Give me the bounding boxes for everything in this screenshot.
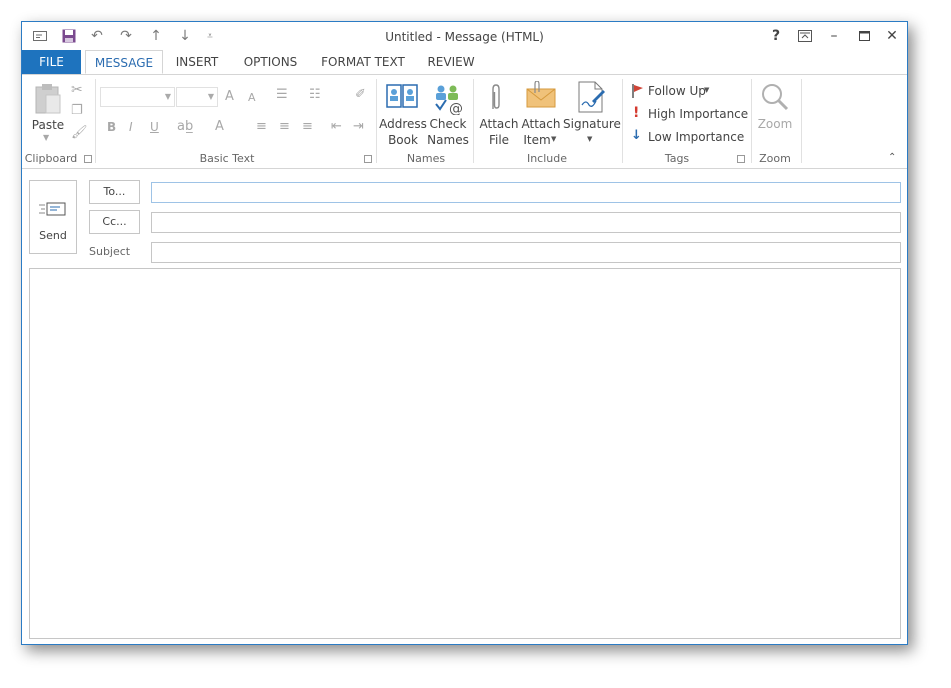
format-painter-icon[interactable]: 🖌 [71, 125, 88, 140]
bullets-icon[interactable]: ☰ [276, 87, 288, 102]
bold-button[interactable]: B [107, 120, 116, 134]
check-names-label-1[interactable]: Check [425, 116, 471, 132]
send-envelope-icon [39, 201, 67, 221]
check-names-label-2[interactable]: Names [425, 132, 471, 148]
paste-dropdown-icon[interactable]: ▼ [43, 133, 49, 142]
group-separator [751, 79, 752, 163]
low-importance-button[interactable]: Low Importance [648, 129, 744, 145]
follow-up-dropdown-icon[interactable]: ▼ [704, 86, 709, 94]
italic-button[interactable]: I [129, 120, 133, 134]
high-importance-button[interactable]: High Importance [648, 106, 748, 122]
tags-group-label: Tags [664, 152, 690, 165]
font-name-combo[interactable]: ▼ [100, 87, 175, 107]
align-center-icon[interactable]: ≡ [279, 119, 290, 134]
minimize-icon[interactable]: – [821, 26, 847, 46]
attach-item-dropdown-icon[interactable]: ▼ [551, 135, 556, 143]
decrease-indent-icon[interactable]: ⇤ [331, 119, 342, 134]
paperclip-icon[interactable] [489, 83, 503, 117]
increase-indent-icon[interactable]: ⇥ [353, 119, 364, 134]
names-group-label: Names [406, 152, 446, 165]
ribbon-display-options-icon[interactable] [792, 26, 818, 46]
paste-button[interactable]: Paste [26, 117, 70, 133]
font-color-icon[interactable]: A [215, 119, 224, 134]
address-book-label-1[interactable]: Address [378, 116, 428, 132]
grow-font-icon[interactable]: A [225, 89, 234, 104]
basic-text-dialog-launcher-icon[interactable] [364, 155, 372, 163]
clipboard-group-label: Clipboard [24, 152, 78, 165]
to-button[interactable]: To... [89, 180, 140, 204]
tab-message[interactable]: MESSAGE [85, 50, 163, 74]
follow-up-button[interactable]: Follow Up [648, 83, 706, 99]
include-group-label: Include [526, 152, 568, 165]
group-separator [473, 79, 474, 163]
send-label: Send [39, 229, 67, 242]
attach-file-label-1[interactable]: Attach [477, 116, 521, 132]
tags-dialog-launcher-icon[interactable] [737, 155, 745, 163]
check-names-icon[interactable]: @ [433, 83, 465, 119]
font-size-combo[interactable]: ▼ [176, 87, 218, 107]
address-book-label-2[interactable]: Book [378, 132, 428, 148]
underline-button[interactable]: U [150, 120, 159, 134]
group-separator [95, 79, 96, 163]
highlight-icon[interactable]: ab̲ [177, 119, 193, 134]
cc-field[interactable] [151, 212, 901, 233]
tab-review[interactable]: REVIEW [422, 50, 480, 74]
basic-text-group-label: Basic Text [199, 152, 255, 165]
close-icon[interactable]: ✕ [879, 26, 905, 46]
group-separator [622, 79, 623, 163]
subject-field[interactable] [151, 242, 901, 263]
flag-icon[interactable] [632, 83, 644, 102]
clipboard-dialog-launcher-icon[interactable] [84, 155, 92, 163]
cut-icon[interactable]: ✂ [71, 82, 83, 98]
address-book-icon[interactable] [386, 83, 418, 115]
numbering-icon[interactable]: ☷ [309, 87, 321, 102]
tab-file[interactable]: FILE [22, 50, 81, 74]
align-left-icon[interactable]: ≡ [256, 119, 267, 134]
tab-options[interactable]: OPTIONS [238, 50, 303, 74]
tab-format-text[interactable]: FORMAT TEXT [318, 50, 408, 74]
chevron-down-icon: ▼ [207, 92, 214, 101]
subject-label: Subject [89, 245, 131, 258]
compose-area: Send To... Cc... Subject [22, 168, 907, 644]
clear-formatting-icon[interactable]: ✐ [355, 87, 366, 102]
zoom-icon[interactable] [760, 82, 790, 116]
zoom-group-label: Zoom [759, 152, 791, 165]
zoom-button[interactable]: Zoom [753, 116, 797, 132]
help-icon[interactable]: ? [763, 26, 789, 46]
attach-item-label-2[interactable]: Item [519, 132, 555, 148]
cc-button[interactable]: Cc... [89, 210, 140, 234]
collapse-ribbon-icon[interactable]: ⌃ [888, 152, 896, 163]
send-button[interactable]: Send [29, 180, 77, 254]
attach-file-label-2[interactable]: File [477, 132, 521, 148]
low-importance-icon[interactable]: ↓ [631, 128, 642, 143]
ribbon-tabs: FILE MESSAGE INSERT OPTIONS FORMAT TEXT … [22, 50, 907, 75]
signature-icon[interactable] [576, 81, 606, 117]
group-separator [801, 79, 802, 163]
chevron-down-icon: ▼ [164, 92, 171, 101]
paste-icon[interactable] [34, 83, 62, 119]
maximize-icon[interactable] [851, 26, 877, 46]
signature-label[interactable]: Signature [563, 116, 621, 132]
message-window: ↶ ↷ ↑ ↓ ⩡ Untitled - Message (HTML) ? – … [21, 21, 908, 645]
align-right-icon[interactable]: ≡ [302, 119, 313, 134]
signature-dropdown-icon[interactable]: ▼ [587, 135, 592, 143]
svg-text:@: @ [449, 101, 463, 115]
attach-item-label-1[interactable]: Attach [519, 116, 563, 132]
copy-icon[interactable]: ❐ [71, 103, 83, 118]
high-importance-icon[interactable]: ! [633, 105, 639, 121]
group-separator [376, 79, 377, 163]
to-field[interactable] [151, 182, 901, 203]
shrink-font-icon[interactable]: A [248, 91, 256, 104]
tab-insert[interactable]: INSERT [169, 50, 225, 74]
attach-item-envelope-icon[interactable] [526, 80, 556, 113]
ribbon: Paste ▼ ✂ ❐ 🖌 Clipboard ▼ ▼ A A ☰ ☷ ✐ B … [22, 75, 907, 169]
title-bar: ↶ ↷ ↑ ↓ ⩡ Untitled - Message (HTML) ? – … [22, 22, 907, 50]
message-body[interactable] [29, 268, 901, 639]
